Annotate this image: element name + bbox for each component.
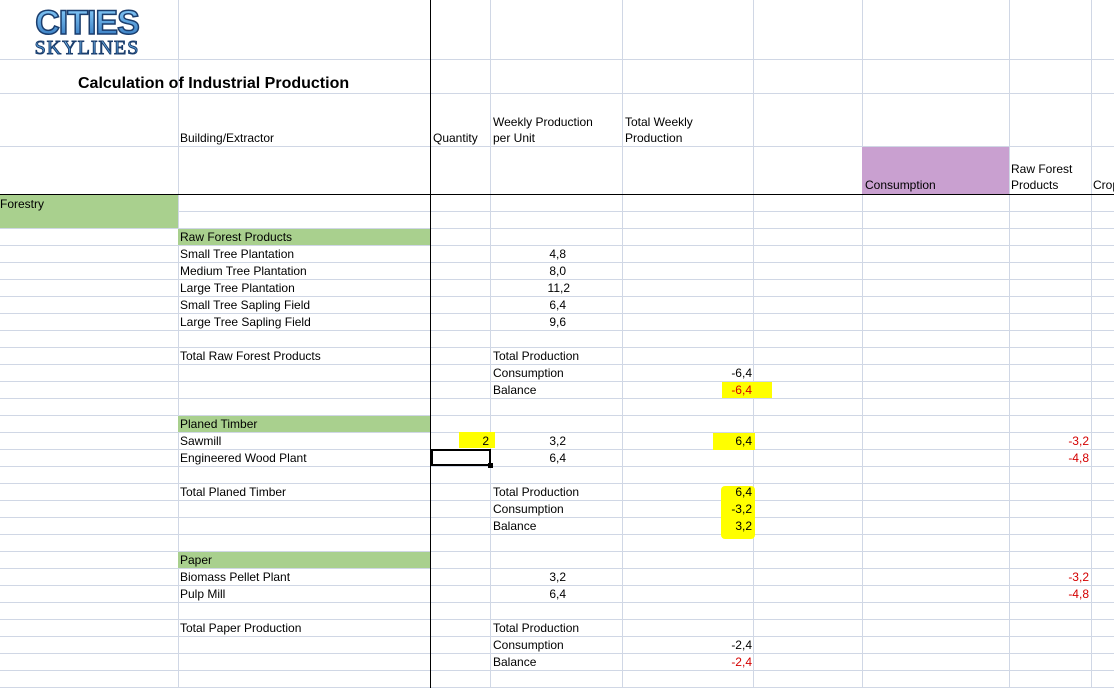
raw-row-name: Medium Tree Plantation: [180, 264, 307, 278]
planed-total-label: Total Planed Timber: [180, 485, 287, 499]
planed-row-raw: -3,2: [1068, 434, 1089, 448]
planed-row-raw: -4,8: [1068, 451, 1089, 465]
raw-row-weekly: 4,8: [549, 247, 566, 261]
planed-consumption-value: -3,2: [731, 502, 752, 516]
raw-consumption-label: Consumption: [493, 366, 564, 380]
paper-row-raw: -3,2: [1068, 570, 1089, 584]
paper-row-weekly: 3,2: [549, 570, 566, 584]
planed-row-name: Sawmill: [180, 434, 222, 448]
header-building: Building/Extractor: [180, 131, 275, 145]
planed-total-production-value: 6,4: [735, 485, 752, 499]
paper-consumption-value: -2,4: [731, 638, 752, 652]
planed-total-production-label: Total Production: [493, 485, 580, 499]
header-weekly-1: Weekly Production: [493, 115, 593, 129]
raw-row-weekly: 8,0: [549, 264, 566, 278]
planed-consumption-label: Consumption: [493, 502, 564, 516]
header-weekly-2: per Unit: [493, 131, 536, 145]
raw-balance-value: -6,4: [731, 383, 752, 397]
selected-cell[interactable]: [431, 449, 493, 468]
paper-balance-label: Balance: [493, 655, 537, 669]
header-raw-2: Products: [1011, 178, 1059, 192]
raw-total-label: Total Raw Forest Products: [180, 349, 321, 363]
planed-heading: Planed Timber: [180, 417, 258, 431]
raw-total-production-label: Total Production: [493, 349, 580, 363]
raw-row-weekly: 11,2: [547, 281, 570, 295]
raw-row-name: Large Tree Plantation: [180, 281, 295, 295]
planed-row-weekly: 6,4: [549, 451, 566, 465]
sheet-title: Calculation of Industrial Production: [78, 75, 350, 92]
raw-row-name: Small Tree Plantation: [180, 247, 295, 261]
planed-row-weekly: 3,2: [549, 434, 566, 448]
paper-row-name: Pulp Mill: [180, 587, 226, 601]
paper-row-raw: -4,8: [1068, 587, 1089, 601]
planed-balance-value: 3,2: [735, 519, 752, 533]
paper-total-production-label: Total Production: [493, 621, 580, 635]
header-total-2: Production: [625, 131, 683, 145]
paper-consumption-label: Consumption: [493, 638, 564, 652]
paper-balance-value: -2,4: [731, 655, 752, 669]
cities-skylines-logo: CITIES SKYLINES: [34, 3, 141, 58]
paper-heading: Paper: [180, 553, 213, 567]
raw-row-weekly: 6,4: [549, 298, 566, 312]
header-quantity: Quantity: [433, 131, 478, 145]
planed-row-total: 6,4: [735, 434, 752, 448]
header-crops-partial: Crop: [1093, 178, 1114, 192]
raw-row-name: Small Tree Sapling Field: [180, 298, 311, 312]
paper-row-weekly: 6,4: [549, 587, 566, 601]
planed-balance-label: Balance: [493, 519, 537, 533]
header-consumption: Consumption: [865, 178, 936, 192]
sawmill-quantity-cell[interactable]: 2: [431, 434, 489, 448]
header-raw-1: Raw Forest: [1011, 162, 1073, 176]
paper-heading-fill: [178, 552, 430, 568]
raw-balance-label: Balance: [493, 383, 537, 397]
header-total-1: Total Weekly: [625, 115, 693, 129]
raw-consumption-value: -6,4: [731, 366, 752, 380]
raw-heading: Raw Forest Products: [180, 230, 293, 244]
planed-row-name: Engineered Wood Plant: [180, 451, 307, 465]
svg-text:SKYLINES: SKYLINES: [35, 37, 140, 58]
paper-total-label: Total Paper Production: [180, 621, 302, 635]
raw-row-weekly: 9,6: [549, 315, 566, 329]
raw-row-name: Large Tree Sapling Field: [180, 315, 311, 329]
category-forestry: Forestry: [0, 197, 45, 211]
paper-row-name: Biomass Pellet Plant: [180, 570, 291, 584]
